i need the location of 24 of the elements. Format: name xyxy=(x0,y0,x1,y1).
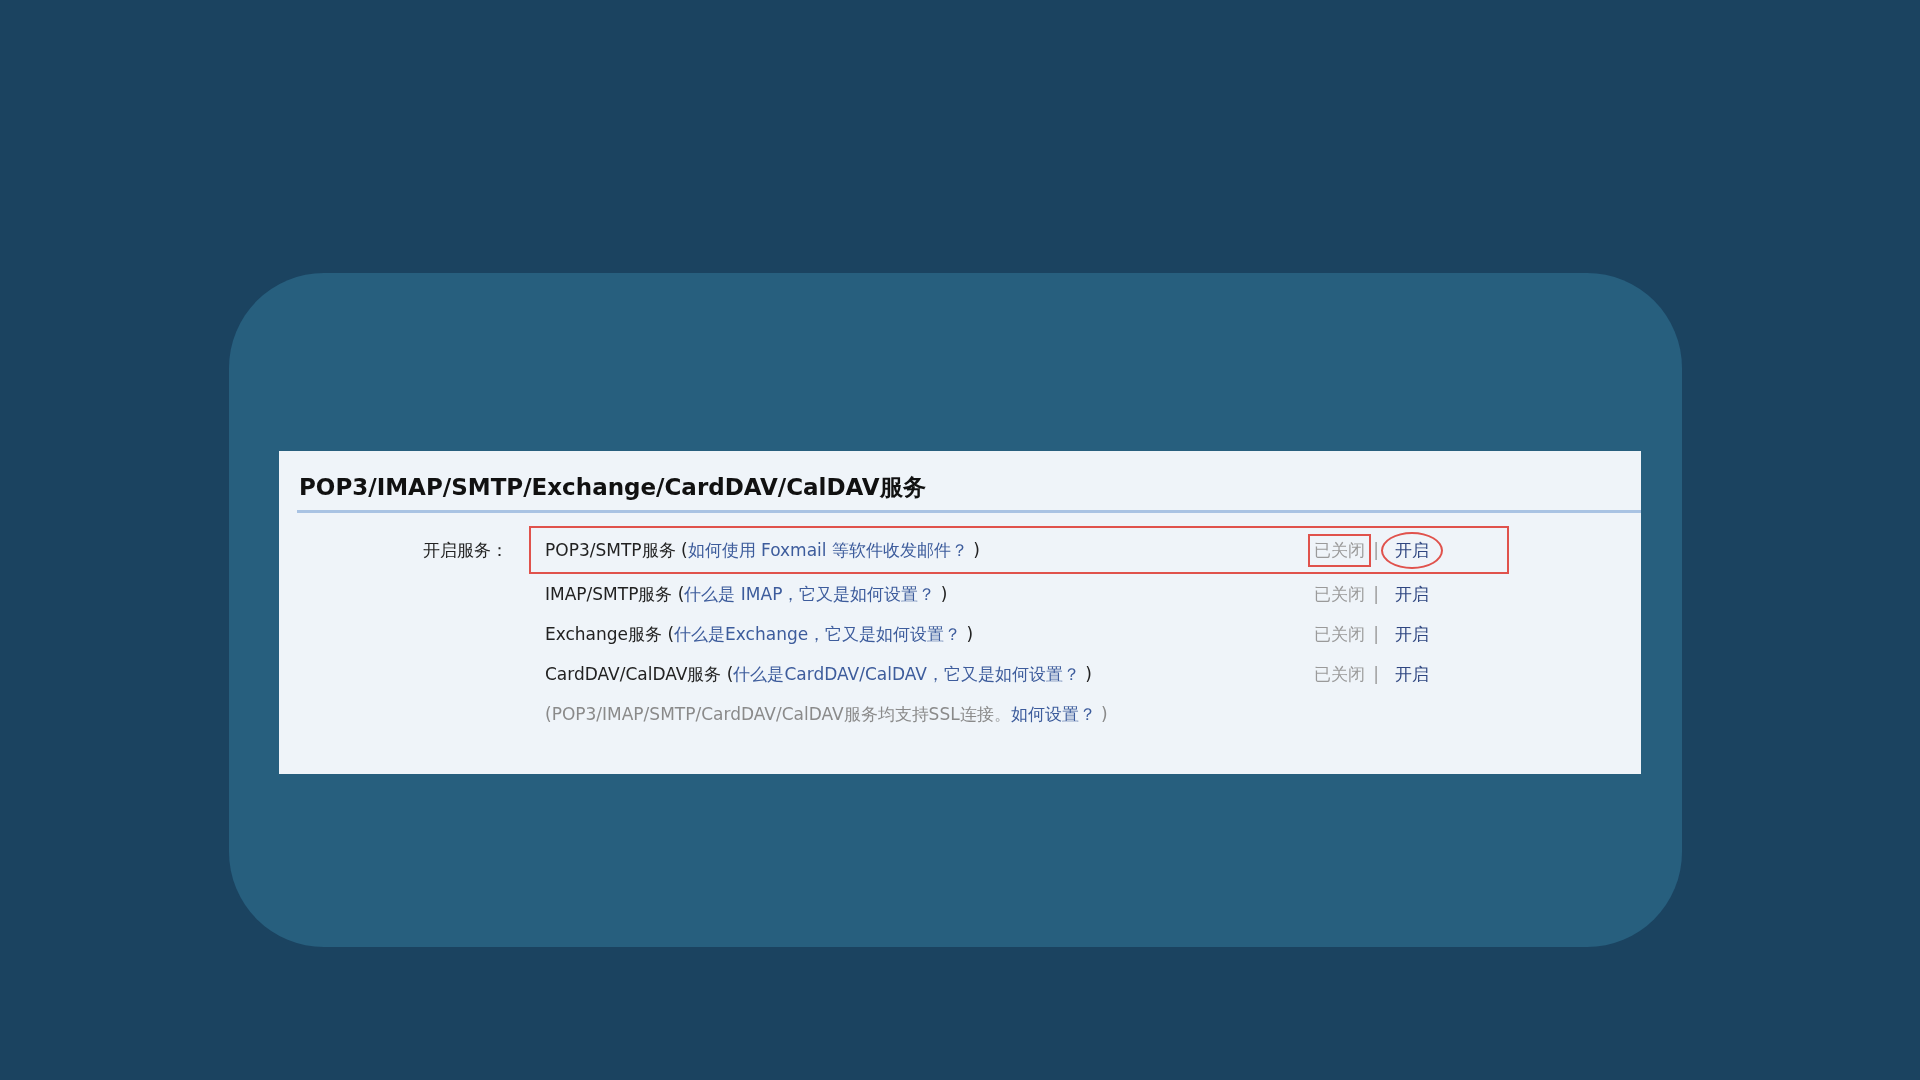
enable-link[interactable]: 开启 xyxy=(1381,575,1443,613)
help-link[interactable]: 如何设置？ xyxy=(1010,704,1096,724)
help-link[interactable]: 什么是Exchange，它又是如何设置？ xyxy=(674,623,962,644)
enable-link[interactable]: 开启 xyxy=(1381,655,1443,693)
field-label: 开启服务： xyxy=(422,539,509,562)
help-link[interactable]: 什么是CardDAV/CalDAV，它又是如何设置？ xyxy=(733,663,1080,684)
separator: | xyxy=(1373,540,1379,560)
status-text: 已关闭 xyxy=(1313,622,1367,646)
help-link[interactable]: 什么是 IMAP，它又是如何设置？ xyxy=(684,583,936,604)
separator: | xyxy=(1373,584,1379,604)
separator: | xyxy=(1373,624,1379,644)
status-text: 已关闭 xyxy=(1308,533,1372,567)
ssl-note: (POP3/IMAP/SMTP/CardDAV/CalDAV服务均支持SSL连接。如何设置？ ) xyxy=(544,703,1109,726)
service-description: CardDAV/CalDAV服务 (什么是CardDAV/CalDAV，它又是如何设置？ ) xyxy=(545,662,1093,686)
help-link[interactable]: 如何使用 Foxmail 等软件收发邮件？ xyxy=(687,539,968,560)
enable-link[interactable]: 开启 xyxy=(1381,531,1443,569)
enable-link[interactable]: 开启 xyxy=(1381,615,1443,653)
separator: | xyxy=(1373,664,1379,684)
service-description: Exchange服务 (什么是Exchange，它又是如何设置？ ) xyxy=(545,622,975,646)
service-description: IMAP/SMTP服务 (什么是 IMAP，它又是如何设置？ ) xyxy=(545,582,949,606)
status-text: 已关闭 xyxy=(1313,662,1367,686)
service-description: POP3/SMTP服务 (如何使用 Foxmail 等软件收发邮件？ ) xyxy=(545,538,981,562)
status-text: 已关闭 xyxy=(1313,582,1367,606)
section-title: POP3/IMAP/SMTP/Exchange/CardDAV/CalDAV服务 xyxy=(299,473,927,501)
